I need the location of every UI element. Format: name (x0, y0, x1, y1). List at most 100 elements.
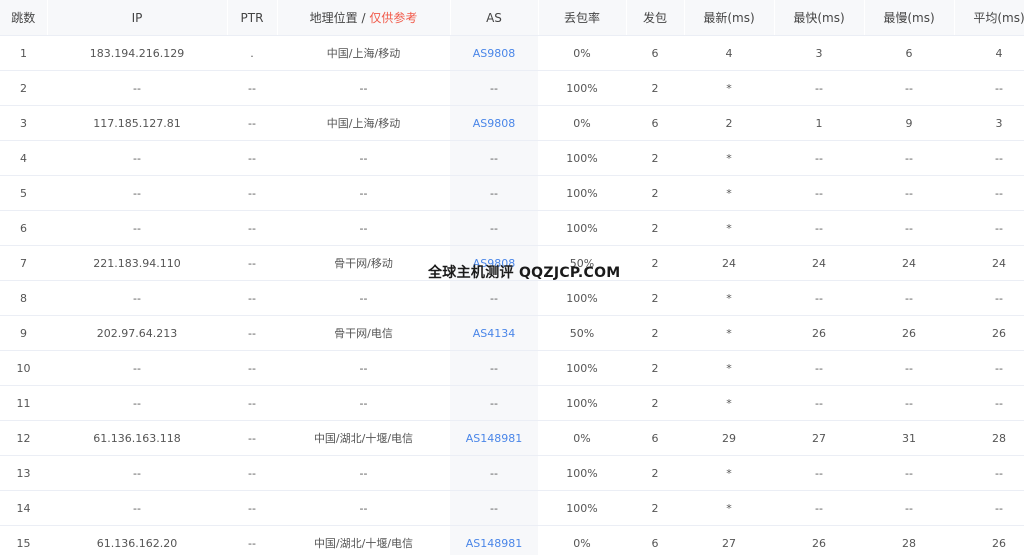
watermark-text: 全球主机测评 QQZJCP.COM (428, 265, 621, 281)
col-header-ip[interactable]: IP (47, 0, 228, 36)
table-row: 8 -- -- -- -- 100% 2 * -- -- -- (0, 280, 1024, 316)
table-row: 2 -- -- -- -- 100% 2 * -- -- -- (0, 70, 1024, 106)
cell-hop: 12 (0, 420, 47, 456)
cell-best: 24 (774, 245, 864, 281)
cell-best: -- (774, 140, 864, 176)
cell-worst: -- (864, 385, 954, 421)
cell-sent: 6 (626, 420, 684, 456)
col-header-last[interactable]: 最新(ms) (684, 0, 775, 36)
cell-worst: -- (864, 490, 954, 526)
cell-hop: 15 (0, 525, 47, 555)
cell-avg: -- (954, 385, 1024, 421)
cell-last: * (684, 490, 774, 526)
col-header-worst[interactable]: 最慢(ms) (864, 0, 955, 36)
col-header-best[interactable]: 最快(ms) (774, 0, 865, 36)
cell-sent: 2 (626, 70, 684, 106)
cell-worst: 6 (864, 35, 954, 71)
cell-best: 1 (774, 105, 864, 141)
as-value: -- (490, 361, 498, 375)
cell-loss: 50% (538, 315, 626, 351)
cell-geo: -- (277, 140, 450, 176)
as-value: -- (490, 396, 498, 410)
cell-as: -- (450, 175, 538, 211)
cell-avg: -- (954, 350, 1024, 386)
cell-last: * (684, 210, 774, 246)
cell-avg: 24 (954, 245, 1024, 281)
cell-hop: 7 (0, 245, 47, 281)
cell-worst: 31 (864, 420, 954, 456)
cell-sent: 2 (626, 315, 684, 351)
cell-ip: 61.136.163.118 (47, 420, 227, 456)
cell-worst: -- (864, 280, 954, 316)
col-header-sent[interactable]: 发包 (626, 0, 685, 36)
cell-best: -- (774, 350, 864, 386)
cell-avg: 26 (954, 525, 1024, 555)
cell-ptr: . (227, 35, 277, 71)
cell-ptr: -- (227, 455, 277, 491)
cell-ip: -- (47, 70, 227, 106)
as-link[interactable]: AS9808 (473, 47, 516, 60)
cell-hop: 4 (0, 140, 47, 176)
as-value: -- (490, 151, 498, 165)
cell-ip: -- (47, 280, 227, 316)
cell-loss: 100% (538, 140, 626, 176)
cell-as: -- (450, 455, 538, 491)
table-row: 10 -- -- -- -- 100% 2 * -- -- -- (0, 350, 1024, 386)
col-header-avg[interactable]: 平均(ms) (954, 0, 1024, 36)
as-link[interactable]: AS148981 (466, 432, 523, 445)
cell-geo: -- (277, 490, 450, 526)
cell-worst: -- (864, 70, 954, 106)
cell-ip: 183.194.216.129 (47, 35, 227, 71)
cell-hop: 13 (0, 455, 47, 491)
geo-header-separator: / (357, 11, 370, 25)
cell-hop: 10 (0, 350, 47, 386)
cell-as: AS9808 (450, 35, 538, 71)
cell-geo: -- (277, 455, 450, 491)
as-link[interactable]: AS9808 (473, 117, 516, 130)
cell-avg: -- (954, 70, 1024, 106)
cell-hop: 14 (0, 490, 47, 526)
cell-ip: -- (47, 385, 227, 421)
cell-geo: -- (277, 280, 450, 316)
cell-last: 27 (684, 525, 774, 555)
cell-best: -- (774, 175, 864, 211)
geo-reference-note: 仅供参考 (369, 11, 418, 25)
cell-hop: 3 (0, 105, 47, 141)
col-header-hop[interactable]: 跳数 (0, 0, 48, 36)
cell-last: 2 (684, 105, 774, 141)
cell-ip: 202.97.64.213 (47, 315, 227, 351)
cell-geo: 中国/湖北/十堰/电信 (277, 525, 450, 555)
cell-avg: -- (954, 175, 1024, 211)
col-header-geo[interactable]: 地理位置 / 仅供参考 (277, 0, 451, 36)
cell-loss: 100% (538, 385, 626, 421)
table-row: 6 -- -- -- -- 100% 2 * -- -- -- (0, 210, 1024, 246)
cell-geo: -- (277, 210, 450, 246)
geo-header-label: 地理位置 (309, 11, 358, 25)
as-link[interactable]: AS148981 (466, 537, 523, 550)
cell-geo: 中国/上海/移动 (277, 35, 450, 71)
cell-best: -- (774, 280, 864, 316)
cell-hop: 1 (0, 35, 47, 71)
col-header-ptr[interactable]: PTR (227, 0, 278, 36)
cell-best: -- (774, 490, 864, 526)
col-header-loss[interactable]: 丢包率 (538, 0, 627, 36)
cell-geo: -- (277, 70, 450, 106)
cell-last: * (684, 280, 774, 316)
cell-ip: -- (47, 455, 227, 491)
table-header-row: 跳数 IP PTR 地理位置 / 仅供参考 AS 丢包率 发包 最新(ms) 最… (0, 0, 1024, 36)
traceroute-view: 跳数 IP PTR 地理位置 / 仅供参考 AS 丢包率 发包 最新(ms) 最… (0, 0, 1024, 555)
as-link[interactable]: AS4134 (473, 327, 516, 340)
col-header-as[interactable]: AS (450, 0, 539, 36)
table-row: 5 -- -- -- -- 100% 2 * -- -- -- (0, 175, 1024, 211)
cell-hop: 9 (0, 315, 47, 351)
cell-ptr: -- (227, 525, 277, 555)
cell-avg: 3 (954, 105, 1024, 141)
cell-best: 3 (774, 35, 864, 71)
cell-last: 24 (684, 245, 774, 281)
cell-avg: -- (954, 280, 1024, 316)
as-value: -- (490, 221, 498, 235)
cell-loss: 100% (538, 280, 626, 316)
cell-best: -- (774, 70, 864, 106)
cell-sent: 6 (626, 105, 684, 141)
cell-loss: 0% (538, 420, 626, 456)
